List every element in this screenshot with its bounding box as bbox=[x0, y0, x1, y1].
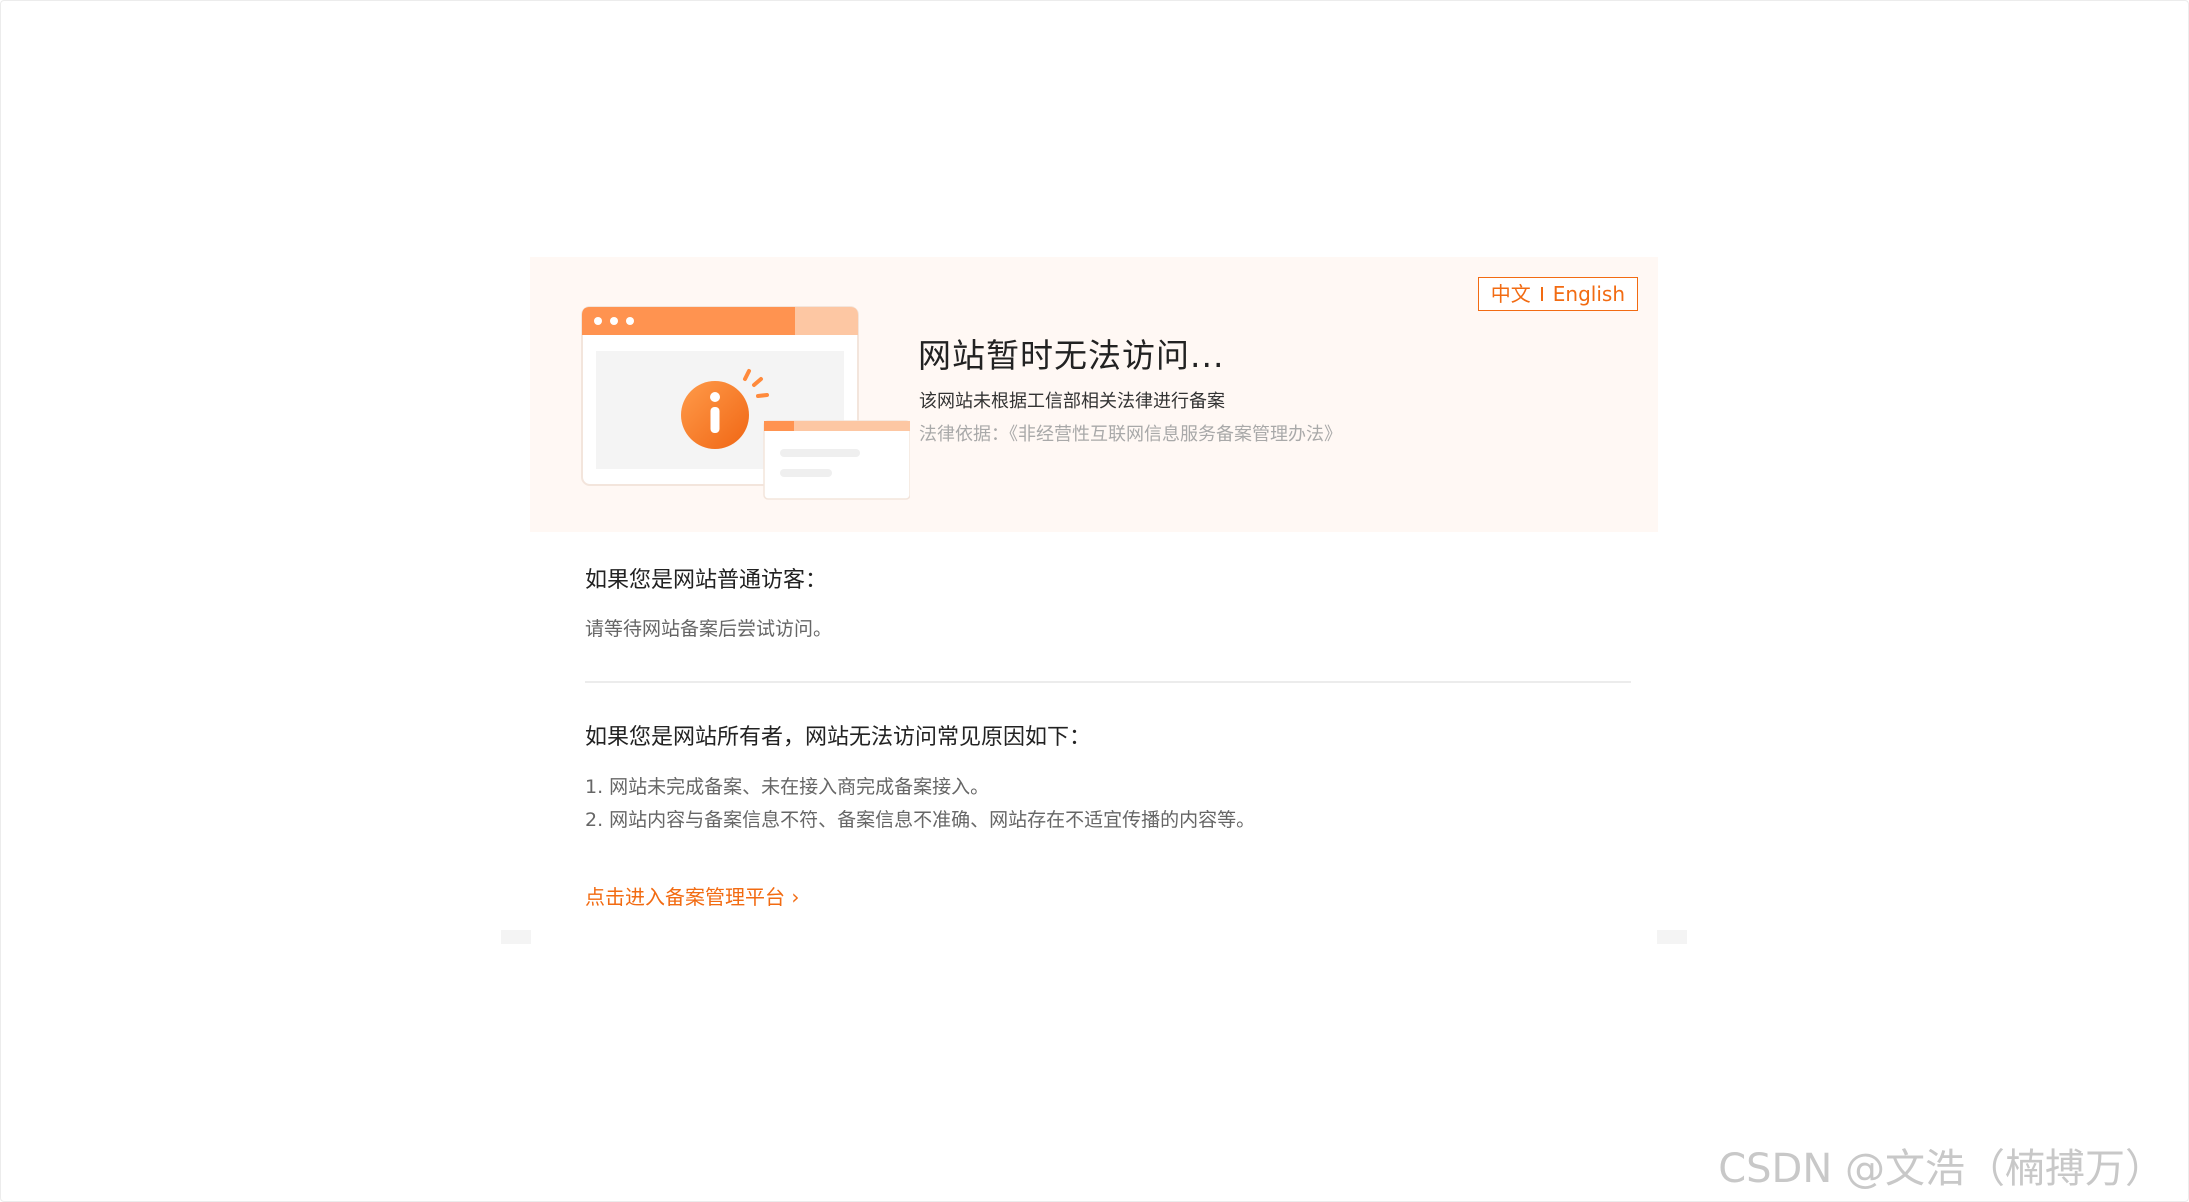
reason-list: 1. 网站未完成备案、未在接入商完成备案接入。 2. 网站内容与备案信息不符、备… bbox=[585, 771, 1631, 837]
main-content: 如果您是网站普通访客： 请等待网站备案后尝试访问。 如果您是网站所有者，网站无法… bbox=[585, 562, 1631, 910]
filing-platform-link-label: 点击进入备案管理平台 bbox=[585, 885, 785, 909]
lang-chinese-option[interactable]: 中文 bbox=[1491, 277, 1531, 311]
right-edge-tab bbox=[1657, 930, 1687, 944]
filing-platform-link[interactable]: 点击进入备案管理平台 › bbox=[585, 881, 799, 910]
list-item: 1. 网站未完成备案、未在接入商完成备案接入。 bbox=[585, 776, 990, 798]
language-switch[interactable]: 中文 English bbox=[1477, 277, 1638, 311]
visitor-section: 如果您是网站普通访客： 请等待网站备案后尝试访问。 bbox=[585, 562, 1631, 641]
legal-basis-text: 法律依据：《非经营性互联网信息服务备案管理办法》 bbox=[919, 424, 1342, 445]
info-icon bbox=[681, 369, 769, 449]
lang-separator bbox=[1540, 287, 1543, 301]
chevron-right-icon: › bbox=[791, 885, 800, 909]
lang-english-option[interactable]: English bbox=[1553, 277, 1625, 311]
left-edge-tab bbox=[501, 930, 531, 944]
visitor-section-text: 请等待网站备案后尝试访问。 bbox=[585, 618, 833, 640]
watermark: CSDN @文浩（楠搏万） bbox=[1718, 1146, 2165, 1192]
page-title: 网站暂时无法访问... bbox=[918, 336, 1225, 375]
owner-section-title: 如果您是网站所有者，网站无法访问常见原因如下： bbox=[585, 725, 1092, 750]
notice-banner: 中文 English 网站暂时无法访问... 该网站未根据工信部相关法律进行备案… bbox=[530, 257, 1658, 532]
notice-description: 该网站未根据工信部相关法律进行备案 bbox=[919, 391, 1225, 412]
visitor-section-title: 如果您是网站普通访客： bbox=[585, 568, 828, 593]
list-item: 2. 网站内容与备案信息不符、备案信息不准确、网站存在不适宜传播的内容等。 bbox=[585, 809, 1256, 831]
owner-section: 如果您是网站所有者，网站无法访问常见原因如下： 1. 网站未完成备案、未在接入商… bbox=[585, 719, 1631, 837]
section-divider bbox=[585, 681, 1631, 683]
